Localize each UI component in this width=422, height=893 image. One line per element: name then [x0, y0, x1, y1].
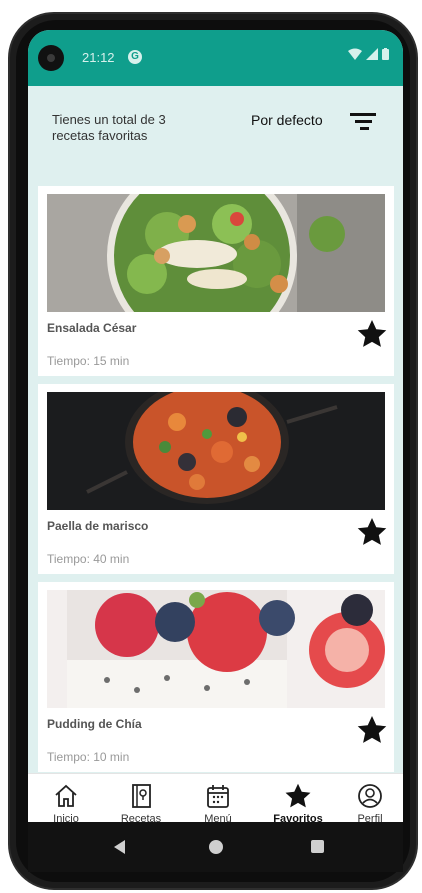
phone-mockup: 21:12 G Tienes un total de 3 recetas fav… [0, 0, 422, 893]
profile-icon [358, 784, 382, 808]
recents-icon[interactable] [311, 840, 324, 853]
star-icon [285, 783, 311, 808]
camera-icon [38, 45, 64, 71]
wifi-icon [348, 48, 362, 60]
nav-item-menu[interactable]: Menú [183, 782, 253, 825]
home-button-icon[interactable] [209, 840, 223, 854]
notification-icon: G [128, 50, 142, 64]
back-icon[interactable] [114, 840, 125, 854]
recipe-time: Tiempo: 40 min [47, 552, 130, 566]
recipe-image [47, 590, 385, 708]
nav-item-inicio[interactable]: Inicio [31, 782, 101, 825]
favorite-star-icon[interactable] [356, 318, 388, 350]
recipe-time: Tiempo: 10 min [47, 750, 130, 764]
recipe-name: Ensalada César [47, 321, 137, 335]
recipe-name: Pudding de Chía [47, 717, 142, 731]
system-navigation-bar [28, 822, 403, 872]
recipe-image [47, 194, 385, 312]
recipe-card[interactable]: Pudding de Chía Tiempo: 10 min [38, 582, 394, 772]
home-icon [55, 784, 77, 807]
status-bar: 21:12 G [28, 30, 403, 86]
recipe-image [47, 392, 385, 510]
sort-label[interactable]: Por defecto [251, 112, 323, 128]
system-icons [348, 48, 389, 60]
recipe-card[interactable]: Ensalada César Tiempo: 15 min [38, 186, 394, 376]
recipe-card[interactable]: Paella de marisco Tiempo: 40 min [38, 384, 394, 574]
favorites-header: Tienes un total de 3 recetas favoritas P… [28, 86, 403, 180]
nav-item-favoritos[interactable]: Favoritos [263, 782, 333, 825]
favorite-star-icon[interactable] [356, 714, 388, 746]
filter-sort-icon[interactable] [350, 108, 376, 134]
calendar-icon [207, 785, 229, 808]
battery-icon [382, 48, 389, 60]
favorites-list: Ensalada César Tiempo: 15 min Paella de … [28, 180, 403, 800]
app-screen: 21:12 G Tienes un total de 3 recetas fav… [28, 30, 403, 853]
recipe-book-icon [132, 784, 151, 808]
favorites-count-text: Tienes un total de 3 recetas favoritas [52, 112, 166, 143]
nav-item-recetas[interactable]: Recetas [106, 782, 176, 825]
status-time: 21:12 [82, 50, 115, 65]
recipe-time: Tiempo: 15 min [47, 354, 130, 368]
favorite-star-icon[interactable] [356, 516, 388, 548]
signal-icon [366, 48, 378, 60]
nav-item-perfil[interactable]: Perfil [335, 782, 403, 825]
recipe-name: Paella de marisco [47, 519, 149, 533]
